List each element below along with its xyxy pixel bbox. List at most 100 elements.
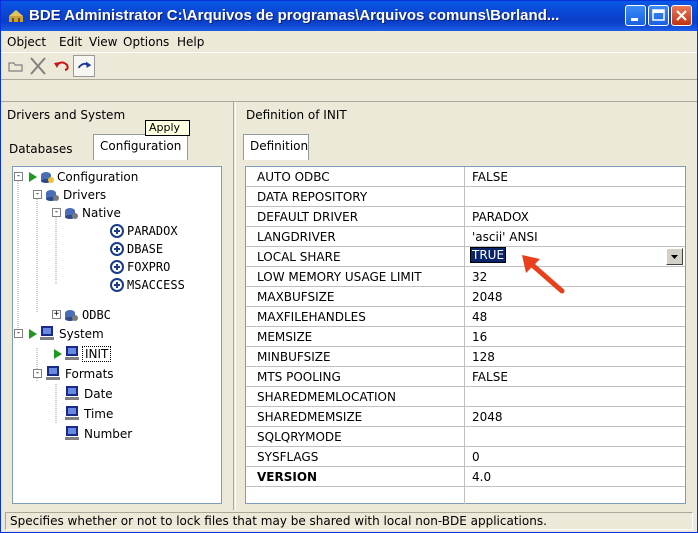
definition-row[interactable]: VERSION 4.0	[246, 467, 685, 487]
tab-databases[interactable]: Databases	[9, 142, 73, 156]
tree-item-drivers[interactable]: - Drivers	[13, 186, 213, 204]
tree-item-configuration[interactable]: - Configuration	[13, 168, 213, 186]
tree-item-native[interactable]: - Native	[13, 204, 213, 222]
computer-icon	[65, 426, 79, 440]
driver-icon	[110, 260, 124, 274]
computer-icon	[65, 406, 79, 420]
configuration-tree[interactable]: - Configuration - Drivers - Native PARAD…	[12, 166, 222, 504]
collapse-icon[interactable]: -	[33, 190, 42, 199]
collapse-icon[interactable]: -	[14, 329, 23, 338]
param-value[interactable]: PARADOX	[472, 210, 529, 224]
local-share-select[interactable]: TRUE	[469, 247, 507, 263]
tree-item-dbase[interactable]: DBASE	[13, 240, 213, 258]
tree-item-label: Configuration	[57, 170, 139, 184]
param-name: DEFAULT DRIVER	[257, 210, 359, 224]
tree-item-odbc[interactable]: + ODBC	[13, 306, 213, 324]
param-name: SHAREDMEMSIZE	[257, 410, 363, 424]
definition-row-local-share[interactable]: LOCAL SHARE TRUE	[246, 247, 685, 267]
tree-item-system[interactable]: - System	[13, 325, 213, 343]
drivers-icon	[65, 208, 78, 219]
driver-icon	[110, 242, 124, 256]
param-value[interactable]: 2048	[472, 290, 503, 304]
collapse-icon[interactable]: -	[33, 369, 42, 378]
close-button[interactable]	[671, 5, 692, 26]
bde-app-icon	[9, 10, 23, 22]
minimize-button[interactable]	[625, 5, 646, 26]
param-name: SHAREDMEMLOCATION	[257, 390, 396, 404]
tree-item-label: Time	[84, 407, 114, 421]
tree-item-label: Drivers	[63, 188, 107, 202]
definition-row[interactable]: MAXFILEHANDLES 48	[246, 307, 685, 327]
param-name: MTS POOLING	[257, 370, 341, 384]
apply-icon[interactable]	[73, 55, 95, 77]
tree-item-number[interactable]: Number	[13, 425, 213, 443]
tree-item-label: Date	[84, 387, 113, 401]
open-icon[interactable]	[5, 55, 27, 77]
param-name: MAXFILEHANDLES	[257, 310, 366, 324]
param-name: LOW MEMORY USAGE LIMIT	[257, 270, 422, 284]
definition-row[interactable]: LANGDRIVER 'ascii' ANSI	[246, 227, 685, 247]
definition-row[interactable]: SHAREDMEMSIZE 2048	[246, 407, 685, 427]
param-name: LOCAL SHARE	[257, 250, 341, 264]
driver-icon	[110, 224, 124, 238]
tree-item-label: Number	[84, 427, 133, 441]
tab-definition[interactable]: Definition	[243, 134, 309, 160]
delete-icon[interactable]	[27, 55, 49, 77]
computer-icon	[40, 326, 54, 340]
tree-item-label: Formats	[65, 367, 114, 381]
tree-item-label: ODBC	[82, 308, 111, 322]
tree-item-time[interactable]: Time	[13, 405, 213, 423]
maximize-button[interactable]	[648, 5, 669, 26]
tree-item-formats[interactable]: - Formats	[13, 365, 213, 383]
computer-icon	[65, 346, 79, 360]
tree-item-init[interactable]: INIT	[13, 345, 213, 363]
param-value[interactable]: 0	[472, 450, 480, 464]
param-name: SYSFLAGS	[257, 450, 319, 464]
param-value[interactable]: FALSE	[472, 170, 508, 184]
param-value[interactable]: 'ascii' ANSI	[472, 230, 538, 244]
tab-configuration-label: Configuration	[100, 139, 182, 153]
param-value[interactable]: 128	[472, 350, 495, 364]
param-name: MAXBUFSIZE	[257, 290, 335, 304]
menu-help[interactable]: Help	[177, 35, 204, 49]
computer-icon	[65, 386, 79, 400]
tree-item-label: PARADOX	[127, 224, 178, 238]
menu-object[interactable]: Object	[7, 35, 46, 49]
window-title: BDE Administrator C:\Arquivos de program…	[29, 7, 560, 24]
config-icon	[41, 172, 54, 183]
definition-row[interactable]: MTS POOLING FALSE	[246, 367, 685, 387]
collapse-icon[interactable]: -	[14, 172, 23, 181]
param-name: DATA REPOSITORY	[257, 190, 368, 204]
param-value[interactable]: 48	[472, 310, 487, 324]
param-value[interactable]: 16	[472, 330, 487, 344]
tree-item-foxpro[interactable]: FOXPRO	[13, 258, 213, 276]
tree-item-paradox[interactable]: PARADOX	[13, 222, 213, 240]
menu-options[interactable]: Options	[123, 35, 169, 49]
undo-icon[interactable]	[51, 55, 73, 77]
toolbar	[1, 52, 697, 80]
definition-row[interactable]: LOW MEMORY USAGE LIMIT 32	[246, 267, 685, 287]
tree-item-msaccess[interactable]: MSACCESS	[13, 276, 213, 294]
expand-icon[interactable]: +	[52, 310, 61, 319]
definition-row[interactable]: SQLQRYMODE	[246, 427, 685, 447]
menu-view[interactable]: View	[89, 35, 117, 49]
param-value[interactable]: 2048	[472, 410, 503, 424]
definition-row[interactable]: AUTO ODBC FALSE	[246, 167, 685, 187]
definition-row[interactable]: MAXBUFSIZE 2048	[246, 287, 685, 307]
tree-item-date[interactable]: Date	[13, 385, 213, 403]
menu-edit[interactable]: Edit	[59, 35, 82, 49]
title-bar[interactable]: BDE Administrator C:\Arquivos de program…	[1, 1, 697, 31]
tab-configuration[interactable]: Configuration	[93, 134, 188, 160]
definition-row[interactable]: SHAREDMEMLOCATION	[246, 387, 685, 407]
chevron-down-icon	[671, 255, 678, 259]
definition-row[interactable]: MINBUFSIZE 128	[246, 347, 685, 367]
definition-row[interactable]: SYSFLAGS 0	[246, 447, 685, 467]
definition-grid[interactable]: AUTO ODBC FALSE DATA REPOSITORY DEFAULT …	[245, 166, 686, 504]
param-value[interactable]: 32	[472, 270, 487, 284]
dropdown-button[interactable]	[666, 248, 683, 265]
definition-row[interactable]: DEFAULT DRIVER PARADOX	[246, 207, 685, 227]
definition-row[interactable]: DATA REPOSITORY	[246, 187, 685, 207]
param-value[interactable]: FALSE	[472, 370, 508, 384]
collapse-icon[interactable]: -	[52, 208, 61, 217]
definition-row[interactable]: MEMSIZE 16	[246, 327, 685, 347]
